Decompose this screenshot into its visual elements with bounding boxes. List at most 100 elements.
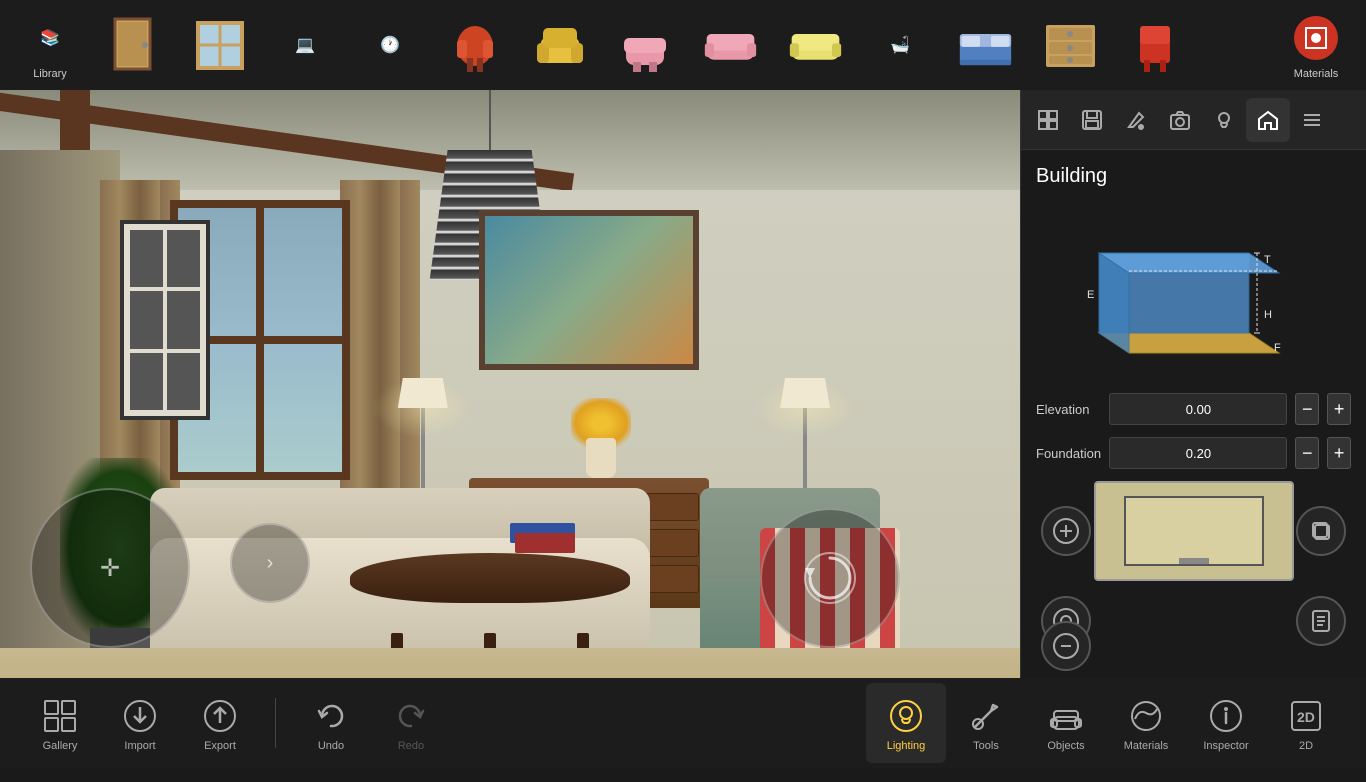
toolbar-item-dresser[interactable] bbox=[1030, 5, 1110, 85]
svg-text:F: F bbox=[1274, 342, 1281, 354]
materials-label: Materials bbox=[1294, 68, 1339, 80]
bottom-item-gallery[interactable]: Gallery bbox=[20, 683, 100, 763]
inspector-label: Inspector bbox=[1203, 740, 1248, 752]
toolbar-item-sofa-yellow[interactable] bbox=[775, 5, 855, 85]
floor-plan-preview bbox=[1094, 481, 1294, 581]
import-icon bbox=[118, 694, 162, 738]
wall-art-left bbox=[120, 220, 210, 420]
bottom-item-tools[interactable]: Tools bbox=[946, 683, 1026, 763]
copy-button[interactable] bbox=[1296, 506, 1346, 556]
pendant-wire bbox=[489, 90, 491, 150]
building-3d-diagram: T H E F bbox=[1079, 203, 1309, 373]
toolbar-item-clock[interactable]: 🕐 bbox=[350, 5, 430, 85]
window-cross-v bbox=[256, 208, 264, 472]
move-up-button[interactable] bbox=[1041, 621, 1091, 671]
toolbar-item-chair-pink[interactable] bbox=[605, 5, 685, 85]
foundation-plus-button[interactable]: + bbox=[1327, 437, 1351, 469]
2d-icon: 2D bbox=[1284, 694, 1328, 738]
bottom-item-materials2[interactable]: Materials bbox=[1106, 683, 1186, 763]
toolbar-item-door[interactable] bbox=[95, 5, 175, 85]
library-icon: 📚 bbox=[23, 11, 78, 66]
bottom-item-redo[interactable]: Redo bbox=[371, 683, 451, 763]
toolbar-item-laptop[interactable]: 💻 bbox=[265, 5, 345, 85]
toolbar-item-chair-red[interactable] bbox=[435, 5, 515, 85]
elevation-input[interactable] bbox=[1109, 393, 1287, 425]
vase bbox=[571, 398, 631, 478]
bottom-item-import[interactable]: Import bbox=[100, 683, 180, 763]
right-icon-lightbulb[interactable] bbox=[1202, 98, 1246, 142]
toolbar-item-library[interactable]: 📚 Library bbox=[10, 5, 90, 85]
gallery-label: Gallery bbox=[43, 740, 78, 752]
right-icon-select[interactable] bbox=[1026, 98, 1070, 142]
bottom-item-objects[interactable]: Objects bbox=[1026, 683, 1106, 763]
toolbar-item-window[interactable] bbox=[180, 5, 260, 85]
bottom-item-inspector[interactable]: Inspector bbox=[1186, 683, 1266, 763]
floor-plan-door bbox=[1179, 558, 1209, 564]
foundation-input[interactable] bbox=[1109, 437, 1287, 469]
wall-art-cell bbox=[167, 291, 200, 348]
bottom-item-lighting[interactable]: Lighting bbox=[866, 683, 946, 763]
nav-translate[interactable]: › bbox=[230, 523, 310, 603]
right-icon-save[interactable] bbox=[1070, 98, 1114, 142]
gallery-icon bbox=[38, 694, 82, 738]
svg-text:E: E bbox=[1087, 289, 1094, 301]
tools-label: Tools bbox=[973, 740, 999, 752]
right-icon-bar bbox=[1021, 90, 1366, 150]
toolbar-item-chair-red2[interactable] bbox=[1115, 5, 1195, 85]
lamp-shade-right bbox=[780, 378, 830, 408]
dresser-icon bbox=[1043, 18, 1098, 73]
bottom-item-undo[interactable]: Undo bbox=[291, 683, 371, 763]
2d-label: 2D bbox=[1299, 740, 1313, 752]
sofa-pink-icon bbox=[703, 18, 758, 73]
lighting-icon bbox=[884, 694, 928, 738]
tools-icon bbox=[964, 694, 1008, 738]
import-label: Import bbox=[124, 740, 155, 752]
elevation-minus-button[interactable]: − bbox=[1295, 393, 1319, 425]
redo-label: Redo bbox=[398, 740, 424, 752]
nav-translate-circle[interactable]: › bbox=[230, 523, 310, 603]
artwork bbox=[479, 210, 699, 370]
elevation-row: Elevation − + bbox=[1036, 393, 1351, 425]
bottom-item-export[interactable]: Export bbox=[180, 683, 260, 763]
svg-text:2D: 2D bbox=[1297, 709, 1315, 725]
action-buttons-row bbox=[1036, 481, 1351, 581]
toolbar-item-materials[interactable]: Materials bbox=[1276, 5, 1356, 85]
right-icon-paint[interactable] bbox=[1114, 98, 1158, 142]
elevation-plus-button[interactable]: + bbox=[1327, 393, 1351, 425]
toolbar-item-armchair-yellow[interactable] bbox=[520, 5, 600, 85]
nav-control-left[interactable]: ✛ bbox=[30, 488, 190, 648]
building-title: Building bbox=[1036, 165, 1351, 188]
materials2-icon bbox=[1124, 694, 1168, 738]
foundation-minus-button[interactable]: − bbox=[1295, 437, 1319, 469]
nav-control-right[interactable] bbox=[760, 508, 900, 648]
right-icon-list[interactable] bbox=[1290, 98, 1334, 142]
armchair-yellow-icon bbox=[533, 18, 588, 73]
paste-button[interactable] bbox=[1296, 596, 1346, 646]
room-scene: ✛ › bbox=[0, 90, 1020, 768]
chair-red-icon bbox=[448, 18, 503, 73]
right-icon-camera[interactable] bbox=[1158, 98, 1202, 142]
redo-icon bbox=[389, 694, 433, 738]
foundation-row: Foundation − + bbox=[1036, 437, 1351, 469]
wall-art-cell bbox=[130, 230, 163, 287]
laptop-icon: 💻 bbox=[278, 18, 333, 73]
bed-icon bbox=[958, 18, 1013, 73]
wall-art-cell bbox=[167, 353, 200, 410]
elevation-label: Elevation bbox=[1036, 402, 1101, 417]
main-viewport[interactable]: ✛ › bbox=[0, 90, 1020, 768]
nav-circle-right[interactable] bbox=[760, 508, 900, 648]
sofa-yellow-icon bbox=[788, 18, 843, 73]
materials-icon bbox=[1289, 11, 1344, 66]
toolbar-item-bed[interactable] bbox=[945, 5, 1025, 85]
toolbar-item-sofa-pink[interactable] bbox=[690, 5, 770, 85]
toolbar-item-bathtub[interactable]: 🛁 bbox=[860, 5, 940, 85]
right-icon-home[interactable] bbox=[1246, 98, 1290, 142]
add-story-button[interactable] bbox=[1041, 506, 1091, 556]
undo-icon bbox=[309, 694, 353, 738]
bottom-item-2d[interactable]: 2D 2D bbox=[1266, 683, 1346, 763]
books bbox=[510, 523, 580, 553]
svg-text:T: T bbox=[1264, 254, 1271, 266]
coffee-table-top bbox=[350, 553, 630, 603]
chair-red2-icon bbox=[1128, 18, 1183, 73]
nav-circle-left[interactable]: ✛ bbox=[30, 488, 190, 648]
